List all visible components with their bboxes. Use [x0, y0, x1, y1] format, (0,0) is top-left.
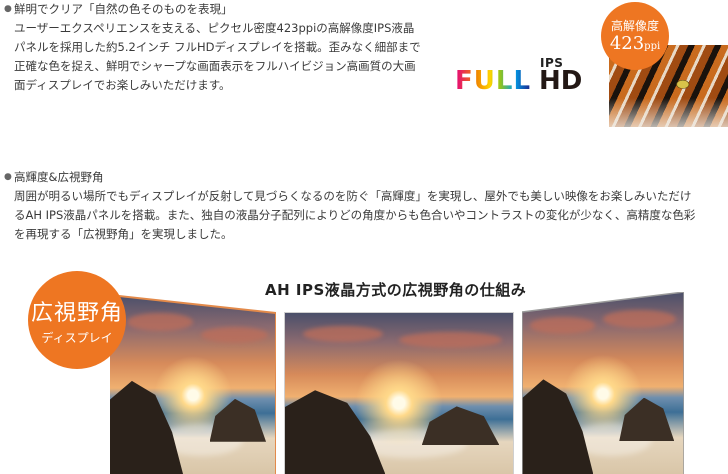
beach-sunset-scene — [285, 313, 513, 474]
screen-center-image — [285, 313, 513, 474]
resolution-unit: ppi — [644, 41, 661, 52]
beach-sunset-scene — [110, 295, 276, 474]
resolution-badge: 高解像度 423ppi — [601, 2, 669, 70]
full-hd-ips-logo: IPS FULL HD — [455, 56, 582, 98]
screen-left-angle-image — [110, 295, 276, 474]
feature-clarity-line: パネルを採用した約5.2インチ フルHDディスプレイを搭載。歪みなく細部まで — [14, 40, 421, 54]
resolution-badge-label: 高解像度 — [610, 19, 659, 33]
diagram-title: AH IPS液晶方式の広視野角の仕組み — [265, 281, 527, 299]
logo-hd-text: HD — [539, 66, 583, 96]
screen-right-angle-image — [522, 292, 684, 474]
resolution-badge-value: 423ppi — [601, 34, 669, 57]
bullet-icon: ● — [4, 172, 12, 182]
feature-brightness-heading: 高輝度&広視野角 — [14, 170, 104, 184]
feature-brightness-line: を再現する「広視野角」を実現しました。 — [14, 227, 233, 241]
feature-clarity-line: 正確な色を捉え、鮮明でシャープな画面表示をフルハイビジョン高画質の大画 — [14, 59, 416, 73]
bullet-icon: ● — [4, 4, 12, 14]
feature-brightness-line: るAH IPS液晶パネルを搭載。また、独自の液晶分子配列によりどの角度からも色合… — [14, 208, 696, 222]
resolution-value: 423 — [609, 33, 645, 54]
logo-full-text: FULL — [455, 66, 532, 96]
feature-clarity-line: 面ディスプレイでお楽しみいただけます。 — [14, 78, 231, 92]
viewing-angle-badge-subtitle: ディスプレイ — [41, 331, 113, 345]
beach-sunset-scene — [522, 292, 684, 474]
feature-brightness-line: 周囲が明るい場所でもディスプレイが反射して見づらくなるのを防ぐ「高輝度」を実現し… — [14, 189, 692, 203]
feature-brightness: ● 高輝度&広視野角 周囲が明るい場所でもディスプレイが反射して見づらくなるのを… — [0, 168, 725, 244]
viewing-angle-badge-title: 広視野角 — [30, 301, 123, 326]
feature-clarity-line: ユーザーエクスペリエンスを支える、ピクセル密度423ppiの高解像度IPS液晶 — [14, 21, 415, 35]
viewing-angle-badge: 広視野角 ディスプレイ — [28, 271, 126, 369]
feature-clarity-heading: 鮮明でクリア「自然の色そのものを表現」 — [14, 2, 233, 16]
feature-clarity: ● 鮮明でクリア「自然の色そのものを表現」 ユーザーエクスペリエンスを支える、ピ… — [0, 0, 450, 95]
